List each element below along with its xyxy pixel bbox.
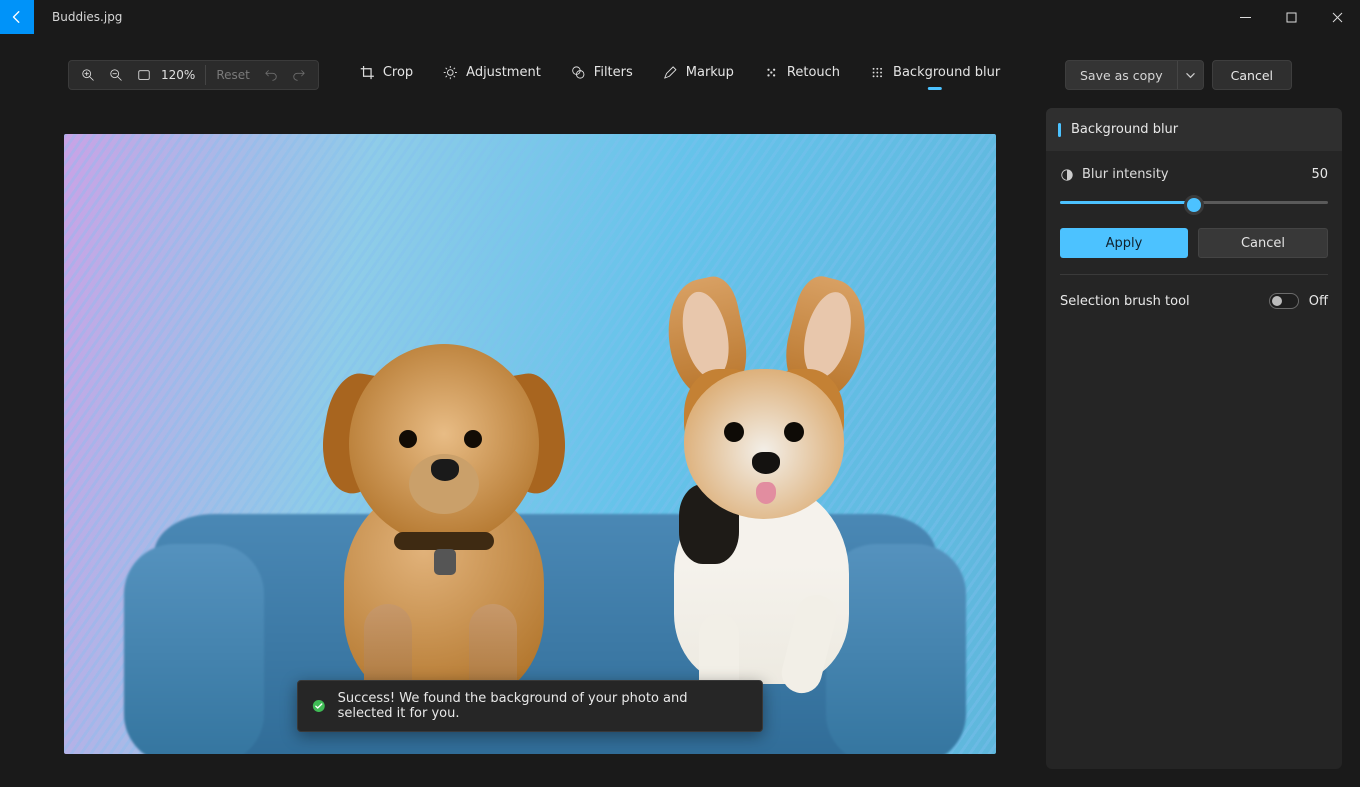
contrast-icon (1060, 168, 1074, 182)
image-canvas[interactable]: Success! We found the background of your… (64, 134, 996, 754)
zoom-in-icon (81, 68, 95, 82)
save-dropdown-button[interactable] (1177, 61, 1203, 89)
minimize-button[interactable] (1222, 0, 1268, 34)
brush-tool-state: Off (1309, 294, 1328, 309)
tab-label: Retouch (787, 65, 840, 80)
workspace: Success! We found the background of your… (0, 104, 1360, 787)
brush-tool-toggle[interactable] (1269, 293, 1299, 309)
tab-retouch[interactable]: Retouch (762, 59, 842, 92)
zoom-in-button[interactable] (75, 61, 101, 89)
save-as-copy-split-button: Save as copy (1065, 60, 1204, 90)
tab-filters[interactable]: Filters (569, 59, 635, 92)
tab-label: Markup (686, 65, 734, 80)
tab-label: Crop (383, 65, 413, 80)
toast: Success! We found the background of your… (297, 680, 763, 732)
reset-button[interactable]: Reset (210, 68, 256, 82)
dog-left (294, 344, 594, 724)
zoom-out-button[interactable] (103, 61, 129, 89)
brightness-icon (443, 65, 458, 80)
apply-button[interactable]: Apply (1060, 228, 1188, 258)
side-panel: Background blur Blur intensity 50 Apply … (1046, 108, 1342, 769)
maximize-icon (1286, 12, 1297, 23)
dog-right (604, 314, 904, 714)
divider (1060, 274, 1328, 275)
tab-background-blur[interactable]: Background blur (868, 59, 1002, 92)
tab-adjustment[interactable]: Adjustment (441, 59, 543, 92)
tab-crop[interactable]: Crop (358, 59, 415, 92)
panel-header: Background blur (1046, 108, 1342, 151)
close-button[interactable] (1314, 0, 1360, 34)
filters-icon (571, 65, 586, 80)
panel-cancel-button[interactable]: Cancel (1198, 228, 1328, 258)
tab-markup[interactable]: Markup (661, 59, 736, 92)
crop-icon (360, 65, 375, 80)
success-icon (312, 698, 326, 714)
undo-icon (264, 68, 278, 82)
cancel-button[interactable]: Cancel (1212, 60, 1292, 90)
redo-button[interactable] (286, 61, 312, 89)
action-buttons: Save as copy Cancel (1065, 60, 1292, 90)
titlebar: Buddies.jpg (0, 0, 1360, 34)
blur-intensity-value: 50 (1311, 167, 1328, 182)
panel-body: Blur intensity 50 Apply Cancel Selection… (1046, 151, 1342, 319)
redo-icon (292, 68, 306, 82)
accent-bar (1058, 123, 1061, 137)
fit-icon (137, 68, 151, 82)
window-controls (1222, 0, 1360, 34)
panel-buttons: Apply Cancel (1060, 228, 1328, 258)
toast-message: Success! We found the background of your… (338, 691, 742, 721)
maximize-button[interactable] (1268, 0, 1314, 34)
tab-label: Filters (594, 65, 633, 80)
blur-icon (870, 65, 885, 80)
filename: Buddies.jpg (34, 0, 122, 34)
fit-button[interactable] (131, 61, 157, 89)
panel-title: Background blur (1071, 122, 1178, 137)
zoom-group: 120% Reset (68, 60, 319, 90)
chevron-down-icon (1186, 71, 1195, 80)
blur-intensity-label: Blur intensity (1082, 167, 1169, 182)
zoom-level: 120% (159, 68, 201, 82)
save-as-copy-button[interactable]: Save as copy (1066, 61, 1177, 89)
back-button[interactable] (0, 0, 34, 34)
zoom-out-icon (109, 68, 123, 82)
brush-tool-label: Selection brush tool (1060, 294, 1190, 309)
edit-tabs: Crop Adjustment Filters Markup Retouch B… (358, 59, 1002, 92)
undo-button[interactable] (258, 61, 284, 89)
close-icon (1332, 12, 1343, 23)
pen-icon (663, 65, 678, 80)
canvas-area: Success! We found the background of your… (0, 104, 1046, 787)
brush-tool-row: Selection brush tool Off (1060, 293, 1328, 309)
tab-label: Adjustment (466, 65, 541, 80)
arrow-left-icon (10, 10, 24, 24)
blur-intensity-slider[interactable] (1060, 194, 1328, 210)
heal-icon (764, 65, 779, 80)
minimize-icon (1240, 12, 1251, 23)
blur-intensity-row: Blur intensity 50 (1060, 167, 1328, 182)
tab-label: Background blur (893, 65, 1000, 80)
divider (205, 65, 206, 85)
toolbar: 120% Reset Crop Adjustment Filters Marku… (0, 46, 1360, 104)
